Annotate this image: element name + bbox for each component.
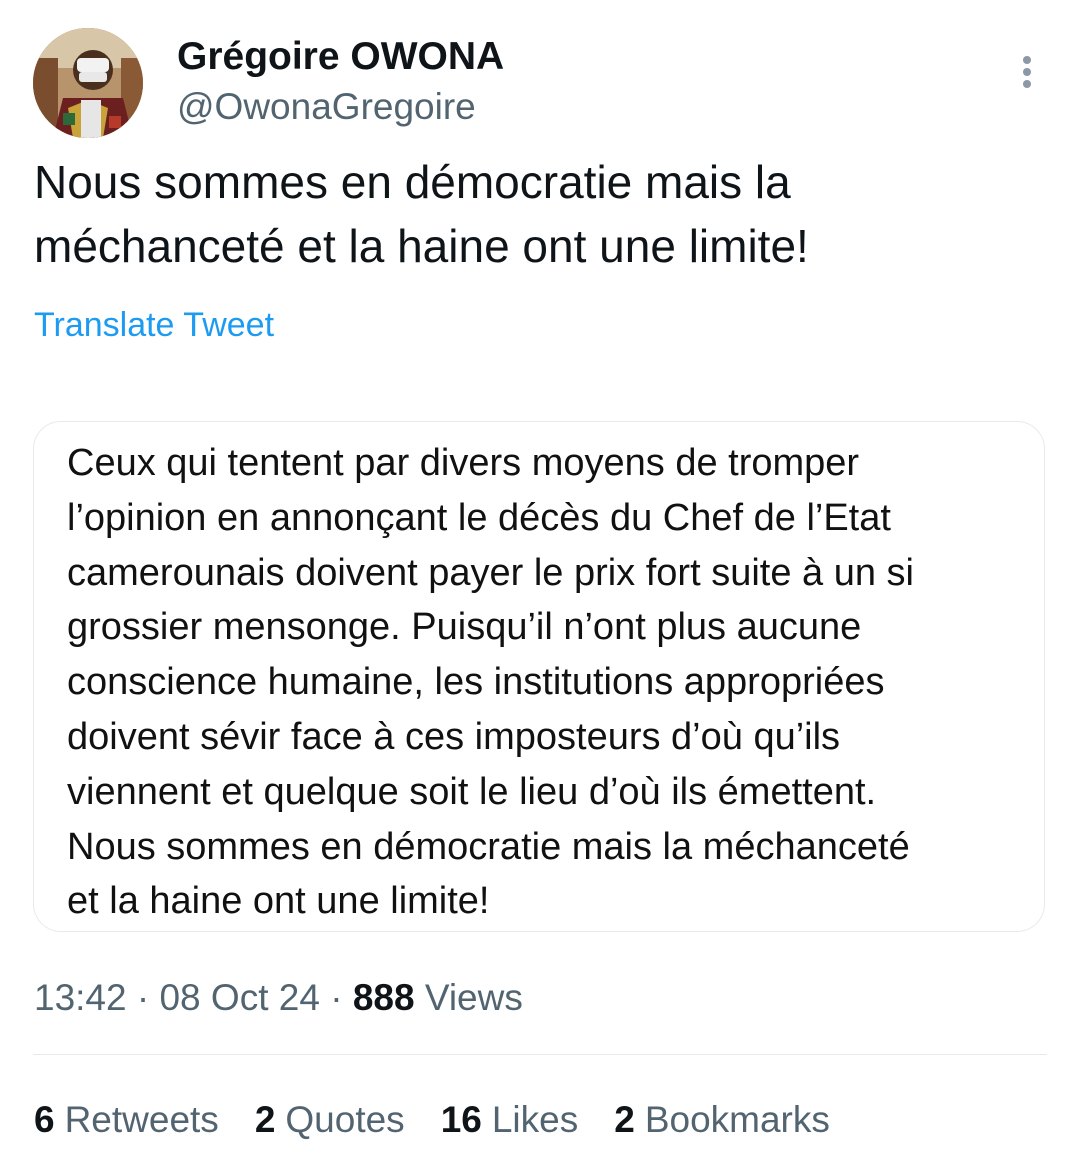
stat-label: Likes — [491, 1099, 579, 1140]
stat-count: 6 — [34, 1099, 55, 1140]
tweet-date[interactable]: 08 Oct 24 — [159, 977, 319, 1018]
stat-bookmarks[interactable]: 2 Bookmarks — [614, 1097, 830, 1143]
more-dot — [1023, 56, 1031, 64]
meta-separator: · — [126, 977, 160, 1018]
stat-count: 2 — [254, 1099, 276, 1140]
author-handle[interactable]: @OwonaGregoire — [177, 84, 504, 130]
tweet-stats: 6 Retweets 2 Quotes 16 Likes 2 Bookmarks — [34, 1097, 866, 1143]
meta-separator: · — [319, 977, 353, 1018]
views-label: Views — [424, 977, 523, 1018]
attached-image-card[interactable]: Ceux qui tentent par divers moyens de tr… — [33, 421, 1045, 932]
more-dot — [1023, 80, 1031, 88]
stat-likes[interactable]: 16 Likes — [441, 1097, 579, 1143]
stat-retweets[interactable]: 6 Retweets — [34, 1097, 219, 1143]
more-vertical-icon[interactable] — [1017, 56, 1037, 96]
tweet-time[interactable]: 13:42 — [34, 977, 127, 1018]
tweet-meta: 13:42 · 08 Oct 24 · 888 Views — [34, 975, 523, 1021]
attached-image-text: Ceux qui tentent par divers moyens de tr… — [67, 442, 914, 923]
stat-quotes[interactable]: 2 Quotes — [255, 1097, 405, 1143]
tweet-text: Nous sommes en démocratie mais la méchan… — [34, 156, 809, 272]
stat-label: Bookmarks — [644, 1099, 830, 1140]
divider — [33, 1054, 1047, 1055]
avatar-image — [33, 28, 143, 138]
avatar[interactable] — [33, 28, 143, 138]
stat-label: Quotes — [285, 1099, 405, 1140]
translate-tweet-link[interactable]: Translate Tweet — [34, 302, 274, 348]
views-count: 888 — [352, 977, 415, 1018]
stat-label: Retweets — [64, 1099, 219, 1140]
author-names: Grégoire OWONA @OwonaGregoire — [177, 34, 504, 130]
stat-count: 16 — [440, 1099, 482, 1140]
more-dot — [1023, 68, 1031, 76]
tweet-header: Grégoire OWONA @OwonaGregoire — [33, 28, 1047, 140]
stat-count: 2 — [614, 1099, 635, 1140]
author-display-name[interactable]: Grégoire OWONA — [177, 34, 504, 80]
